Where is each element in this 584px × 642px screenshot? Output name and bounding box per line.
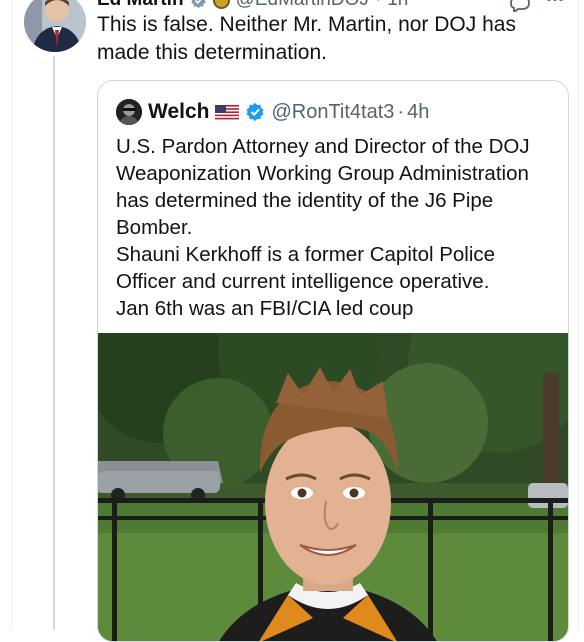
author-handle[interactable]: @EdMartinDOJ [236,0,369,11]
top-tweet-text: This is false. Neither Mr. Martin, nor D… [97,11,557,67]
quoted-tweet-header: Welch @RonTit4tat3 · 4h [116,99,429,125]
top-tweet-text-line: This is false. Neither Mr. Martin, nor D… [97,13,516,36]
more-icon[interactable] [546,0,564,4]
quoted-tweet-text: U.S. Pardon Attorney and Director of the… [116,133,561,322]
time-separator: · [397,100,405,123]
top-tweet-text-line: made this determination. [97,41,327,64]
quoted-author-handle[interactable]: @RonTit4tat3 [271,101,394,124]
quoted-author-avatar[interactable] [116,99,142,125]
quoted-text-line: Shauni Kerkhoff is a former Capitol Poli… [116,243,496,266]
top-tweet-header: Ed Martin @EdMartinDOJ · 1h [97,0,408,11]
time-separator: · [375,0,381,11]
quoted-tweet-card[interactable]: Welch @RonTit4tat3 · 4h U.S. Pardon Atto… [97,80,569,642]
author-avatar[interactable] [24,0,86,52]
quoted-text-line: U.S. Pardon Attorney and Director of the… [116,135,530,158]
quoted-tweet-photo[interactable] [98,333,568,641]
us-flag-icon [215,104,240,120]
timeline-left-border [11,0,12,630]
quoted-text-line: Bomber. [116,216,193,239]
gray-verified-badge-icon [190,0,206,8]
timeline-right-border [578,0,579,630]
quoted-text-line: Officer and current intelligence operati… [116,270,490,293]
thread-connector-line [53,56,55,630]
tweet-time[interactable]: 1h [387,0,408,11]
verified-badge-icon [246,102,265,122]
quoted-author-name[interactable]: Welch [148,100,209,124]
quoted-tweet-time[interactable]: 4h [407,101,429,124]
author-name[interactable]: Ed Martin [97,0,184,11]
quoted-text-line: Weaponization Working Group Administrati… [116,162,529,185]
affiliation-seal-icon [212,0,230,9]
quoted-text-line: has determined the identity of the J6 Pi… [116,189,494,212]
quoted-text-line: Jan 6th was an FBI/CIA led coup [116,297,414,320]
